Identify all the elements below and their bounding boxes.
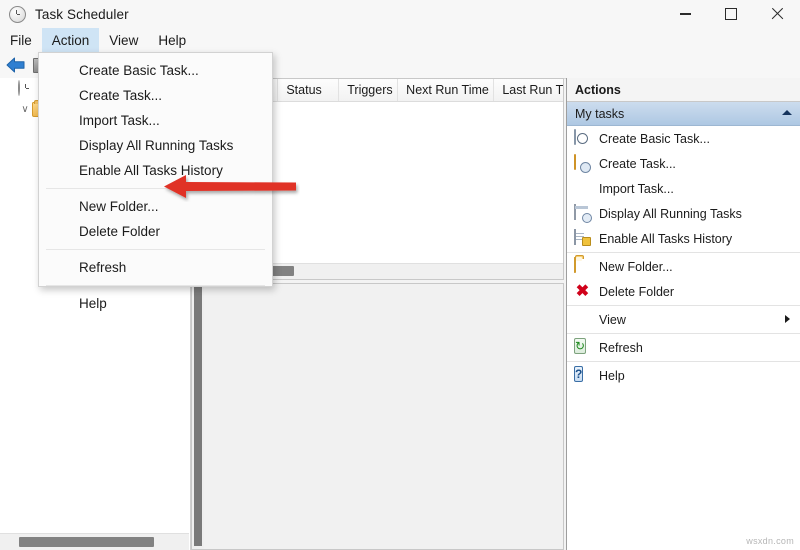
close-button[interactable] bbox=[754, 0, 800, 28]
chevron-right-icon bbox=[785, 315, 790, 323]
action-import-task[interactable]: Import Task... bbox=[567, 176, 800, 201]
menu-item-delete-folder[interactable]: Delete Folder bbox=[39, 219, 272, 244]
column-header-status[interactable]: Status bbox=[278, 79, 340, 101]
detail-vertical-scrollbar[interactable] bbox=[192, 284, 204, 549]
create-basic-task-icon bbox=[574, 129, 591, 147]
actions-pane-title: Actions bbox=[567, 78, 800, 102]
menu-item-display-all-running-tasks[interactable]: Display All Running Tasks bbox=[39, 133, 272, 158]
enable-history-icon bbox=[574, 229, 591, 247]
actions-separator bbox=[567, 252, 800, 253]
column-header-next-run-time[interactable]: Next Run Time bbox=[398, 79, 495, 101]
action-label: Enable All Tasks History bbox=[599, 231, 733, 246]
action-refresh[interactable]: ↻ Refresh bbox=[567, 335, 800, 360]
action-new-folder[interactable]: New Folder... bbox=[567, 254, 800, 279]
menu-file[interactable]: File bbox=[0, 28, 42, 52]
title-bar: Task Scheduler bbox=[0, 0, 800, 28]
window-controls bbox=[662, 0, 800, 28]
menu-item-import-task[interactable]: Import Task... bbox=[39, 108, 272, 133]
window-title: Task Scheduler bbox=[35, 6, 129, 22]
action-display-all-running-tasks[interactable]: Display All Running Tasks bbox=[567, 201, 800, 226]
action-label: Create Basic Task... bbox=[599, 131, 710, 146]
menu-item-create-task[interactable]: Create Task... bbox=[39, 83, 272, 108]
minimize-button[interactable] bbox=[662, 0, 708, 28]
clock-icon bbox=[18, 79, 34, 97]
new-folder-icon bbox=[574, 257, 591, 275]
menu-view[interactable]: View bbox=[99, 28, 148, 52]
action-help[interactable]: ? Help bbox=[567, 363, 800, 388]
create-task-icon bbox=[574, 154, 591, 172]
delete-folder-icon: ✖ bbox=[575, 283, 590, 300]
action-label: New Folder... bbox=[599, 259, 673, 274]
no-icon bbox=[574, 180, 591, 197]
menu-item-refresh[interactable]: Refresh bbox=[39, 255, 272, 280]
actions-group-my-tasks[interactable]: My tasks bbox=[567, 102, 800, 126]
action-dropdown-menu: Create Basic Task... Create Task... Impo… bbox=[38, 52, 273, 311]
action-label: Import Task... bbox=[599, 181, 674, 196]
actions-group-label: My tasks bbox=[575, 106, 625, 121]
back-arrow-icon[interactable] bbox=[5, 56, 27, 74]
clock-icon bbox=[9, 5, 26, 23]
action-label: Display All Running Tasks bbox=[599, 206, 742, 221]
tree-child-twisty[interactable]: ∨ bbox=[18, 104, 32, 115]
no-icon bbox=[574, 311, 591, 328]
maximize-button[interactable] bbox=[708, 0, 754, 28]
red-left-arrow bbox=[160, 172, 300, 207]
detail-scroll-thumb[interactable] bbox=[194, 284, 202, 546]
action-create-basic-task[interactable]: Create Basic Task... bbox=[567, 126, 800, 151]
refresh-icon: ↻ bbox=[574, 338, 587, 354]
actions-separator bbox=[567, 333, 800, 334]
action-label: View bbox=[599, 312, 626, 327]
column-header-last-run-time[interactable]: Last Run T bbox=[494, 79, 563, 101]
column-header-triggers[interactable]: Triggers bbox=[339, 79, 399, 101]
action-enable-all-tasks-history[interactable]: Enable All Tasks History bbox=[567, 226, 800, 251]
tree-scroll-thumb[interactable] bbox=[19, 537, 154, 547]
action-label: Delete Folder bbox=[599, 284, 675, 299]
actions-pane: Actions My tasks Create Basic Task... Cr… bbox=[566, 78, 800, 550]
menu-action[interactable]: Action bbox=[41, 28, 100, 52]
menu-bar: File Action View Help bbox=[0, 28, 800, 53]
menu-separator bbox=[46, 249, 265, 250]
task-scheduler-window: Task Scheduler File Action View Help Ta … bbox=[0, 0, 800, 550]
tree-horizontal-scrollbar[interactable] bbox=[0, 533, 189, 550]
actions-separator bbox=[567, 361, 800, 362]
action-delete-folder[interactable]: ✖ Delete Folder bbox=[567, 279, 800, 304]
actions-separator bbox=[567, 305, 800, 306]
action-label: Refresh bbox=[599, 340, 643, 355]
menu-item-help[interactable]: Help bbox=[39, 291, 272, 316]
task-detail-pane bbox=[191, 283, 564, 550]
menu-item-create-basic-task[interactable]: Create Basic Task... bbox=[39, 58, 272, 83]
action-label: Help bbox=[599, 368, 625, 383]
menu-separator bbox=[46, 285, 265, 286]
display-running-tasks-icon bbox=[574, 204, 591, 222]
menu-help[interactable]: Help bbox=[148, 28, 196, 52]
action-label: Create Task... bbox=[599, 156, 676, 171]
watermark: wsxdn.com bbox=[746, 536, 794, 546]
collapse-triangle-icon[interactable] bbox=[782, 110, 792, 115]
action-create-task[interactable]: Create Task... bbox=[567, 151, 800, 176]
action-view[interactable]: View bbox=[567, 307, 800, 332]
help-icon: ? bbox=[574, 366, 584, 382]
